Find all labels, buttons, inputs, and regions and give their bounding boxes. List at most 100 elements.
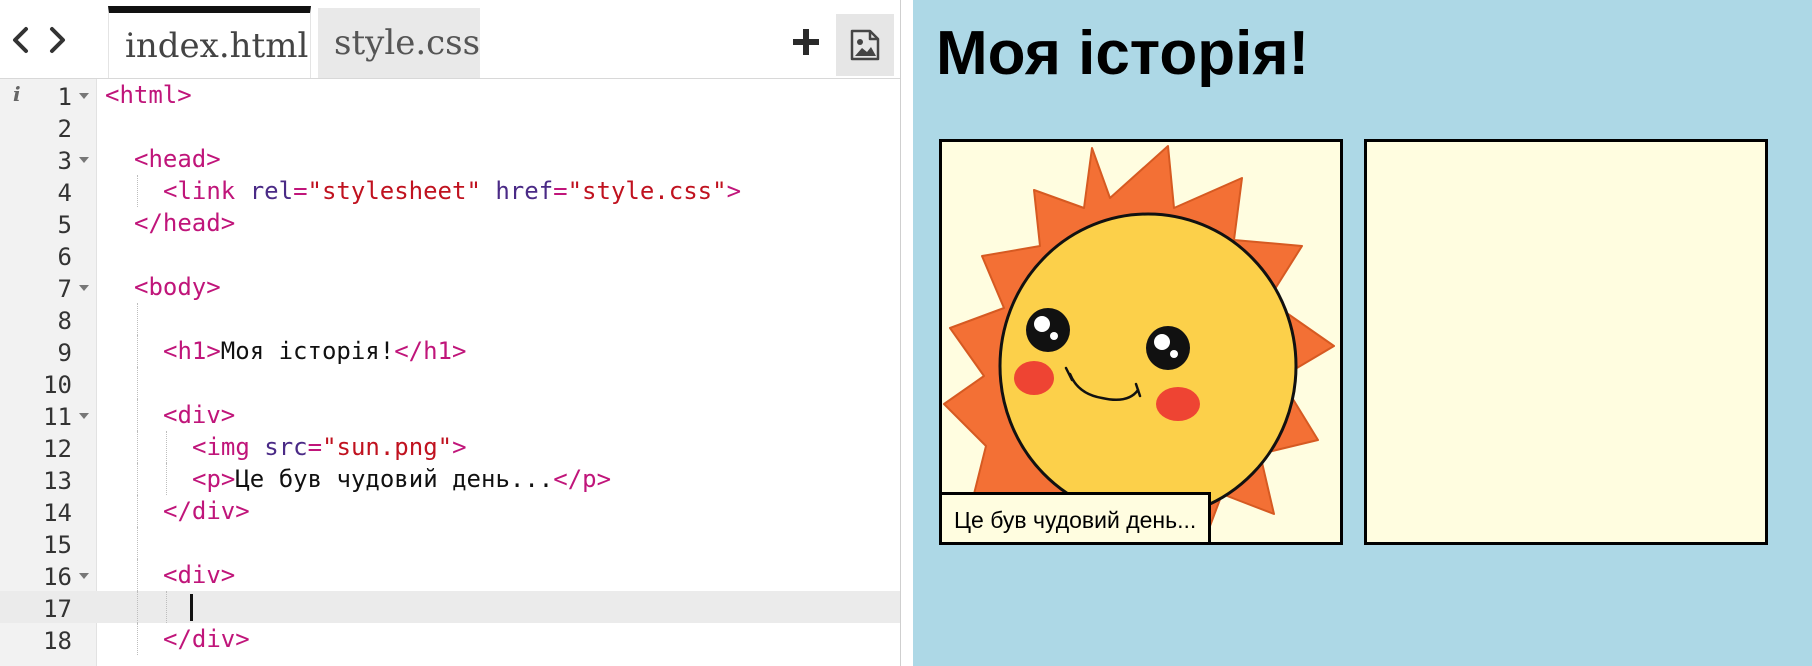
story-panel-1: Це був чудовий день...: [939, 139, 1343, 545]
gutter-cell: 5: [0, 207, 96, 239]
line-number: 2: [57, 115, 72, 143]
indent-guide: [137, 495, 138, 527]
fold-arrow-icon[interactable]: [79, 157, 89, 163]
gutter-cell: 3: [0, 143, 96, 175]
fold-arrow-icon[interactable]: [79, 573, 89, 579]
code-line[interactable]: 13 <p>Це був чудовий день...</p>: [0, 463, 900, 495]
code-line-active[interactable]: 17: [0, 591, 900, 623]
indent-guide: [166, 463, 167, 495]
code-line[interactable]: 6: [0, 239, 900, 271]
line-number: 12: [43, 435, 72, 463]
indent-guide: [137, 431, 138, 463]
code-text: <html>: [105, 81, 192, 109]
tab-label: index.html: [125, 25, 309, 66]
indent-guide: [137, 623, 138, 655]
forward-button[interactable]: [40, 20, 74, 60]
line-number: 6: [57, 243, 72, 271]
code-line[interactable]: 8: [0, 303, 900, 335]
gutter-cell: 14: [0, 495, 96, 527]
gutter-cell: 18: [0, 623, 96, 655]
indent-guide: [137, 335, 138, 367]
info-icon[interactable]: i: [13, 82, 21, 106]
indent-guide: [166, 591, 167, 623]
line-number: 13: [43, 467, 72, 495]
story-panel-2: [1364, 139, 1768, 545]
line-number: 15: [43, 531, 72, 559]
code-text: </div>: [163, 497, 250, 525]
indent-guide: [137, 303, 138, 335]
code-line[interactable]: 9 <h1>Моя історія!</h1>: [0, 335, 900, 367]
code-line[interactable]: 3 <head>: [0, 143, 900, 175]
web-preview: Моя історія! Це був чудовий день...: [913, 0, 1812, 666]
indent-guide: [137, 399, 138, 431]
indent-guide: [166, 431, 167, 463]
gutter-cell: 2: [0, 111, 96, 143]
image-library-button[interactable]: [836, 14, 894, 76]
code-line[interactable]: i 1 <html>: [0, 79, 900, 111]
indent-guide: [137, 463, 138, 495]
back-button[interactable]: [4, 20, 38, 60]
text-cursor: [190, 594, 193, 621]
indent-guide: [137, 527, 138, 559]
story-caption: Це був чудовий день...: [942, 492, 1212, 542]
add-file-button[interactable]: [788, 24, 824, 60]
gutter-cell: 10: [0, 367, 96, 399]
line-number: 1: [57, 83, 72, 111]
plus-icon: [793, 29, 819, 55]
code-text: <p>Це був чудовий день...</p>: [192, 465, 612, 493]
line-number: 7: [57, 275, 72, 303]
gutter-cell: i 1: [0, 79, 96, 111]
code-line[interactable]: 2: [0, 111, 900, 143]
gutter-cell: 4: [0, 175, 96, 207]
code-text: <link rel="stylesheet" href="style.css">: [163, 177, 742, 205]
line-number: 3: [57, 147, 72, 175]
fold-arrow-icon[interactable]: [79, 413, 89, 419]
gutter-cell: 6: [0, 239, 96, 271]
code-line[interactable]: 7 <body>: [0, 271, 900, 303]
gutter-cell: 15: [0, 527, 96, 559]
indent-guide: [137, 591, 138, 623]
indent-guide: [137, 559, 138, 591]
tab-index-html[interactable]: index.html: [108, 6, 311, 78]
gutter-cell: 12: [0, 431, 96, 463]
line-number: 4: [57, 179, 72, 207]
fold-arrow-icon[interactable]: [79, 285, 89, 291]
code-line[interactable]: 12 <img src="sun.png">: [0, 431, 900, 463]
tab-style-css[interactable]: style.css: [318, 8, 480, 78]
code-area[interactable]: i 1 <html> 2 3 <head> 4 <link rel="style…: [0, 79, 900, 666]
gutter-cell: 8: [0, 303, 96, 335]
fold-arrow-icon[interactable]: [79, 93, 89, 99]
code-text: <head>: [134, 145, 221, 173]
gutter-cell: 16: [0, 559, 96, 591]
line-number: 17: [43, 595, 72, 623]
code-line[interactable]: 16 <div>: [0, 559, 900, 591]
code-text: </div>: [163, 625, 250, 653]
code-line[interactable]: 5 </head>: [0, 207, 900, 239]
gutter-cell: 7: [0, 271, 96, 303]
line-number: 18: [43, 627, 72, 655]
line-number: 9: [57, 339, 72, 367]
gutter-cell: 9: [0, 335, 96, 367]
line-number: 16: [43, 563, 72, 591]
chevron-left-icon: [13, 27, 28, 53]
code-text: <div>: [163, 401, 236, 429]
line-number: 8: [57, 307, 72, 335]
code-line[interactable]: 11 <div>: [0, 399, 900, 431]
code-line[interactable]: 4 <link rel="stylesheet" href="style.css…: [0, 175, 900, 207]
indent-guide: [137, 175, 138, 207]
code-text: </head>: [134, 209, 236, 237]
indent-guide: [137, 367, 138, 399]
code-line[interactable]: 18 </div>: [0, 623, 900, 655]
tab-label: style.css: [334, 23, 481, 63]
code-line[interactable]: 10: [0, 367, 900, 399]
code-text: <h1>Моя історія!</h1>: [163, 337, 467, 365]
code-text: <body>: [134, 273, 221, 301]
line-number: 11: [43, 403, 72, 431]
sun-image: [943, 145, 1335, 542]
editor-tab-bar: index.html style.css: [0, 0, 900, 79]
code-line[interactable]: 15: [0, 527, 900, 559]
gutter-cell: 17: [0, 591, 96, 623]
code-line[interactable]: 14 </div>: [0, 495, 900, 527]
code-text: <div>: [163, 561, 236, 589]
chevron-right-icon: [50, 27, 65, 53]
